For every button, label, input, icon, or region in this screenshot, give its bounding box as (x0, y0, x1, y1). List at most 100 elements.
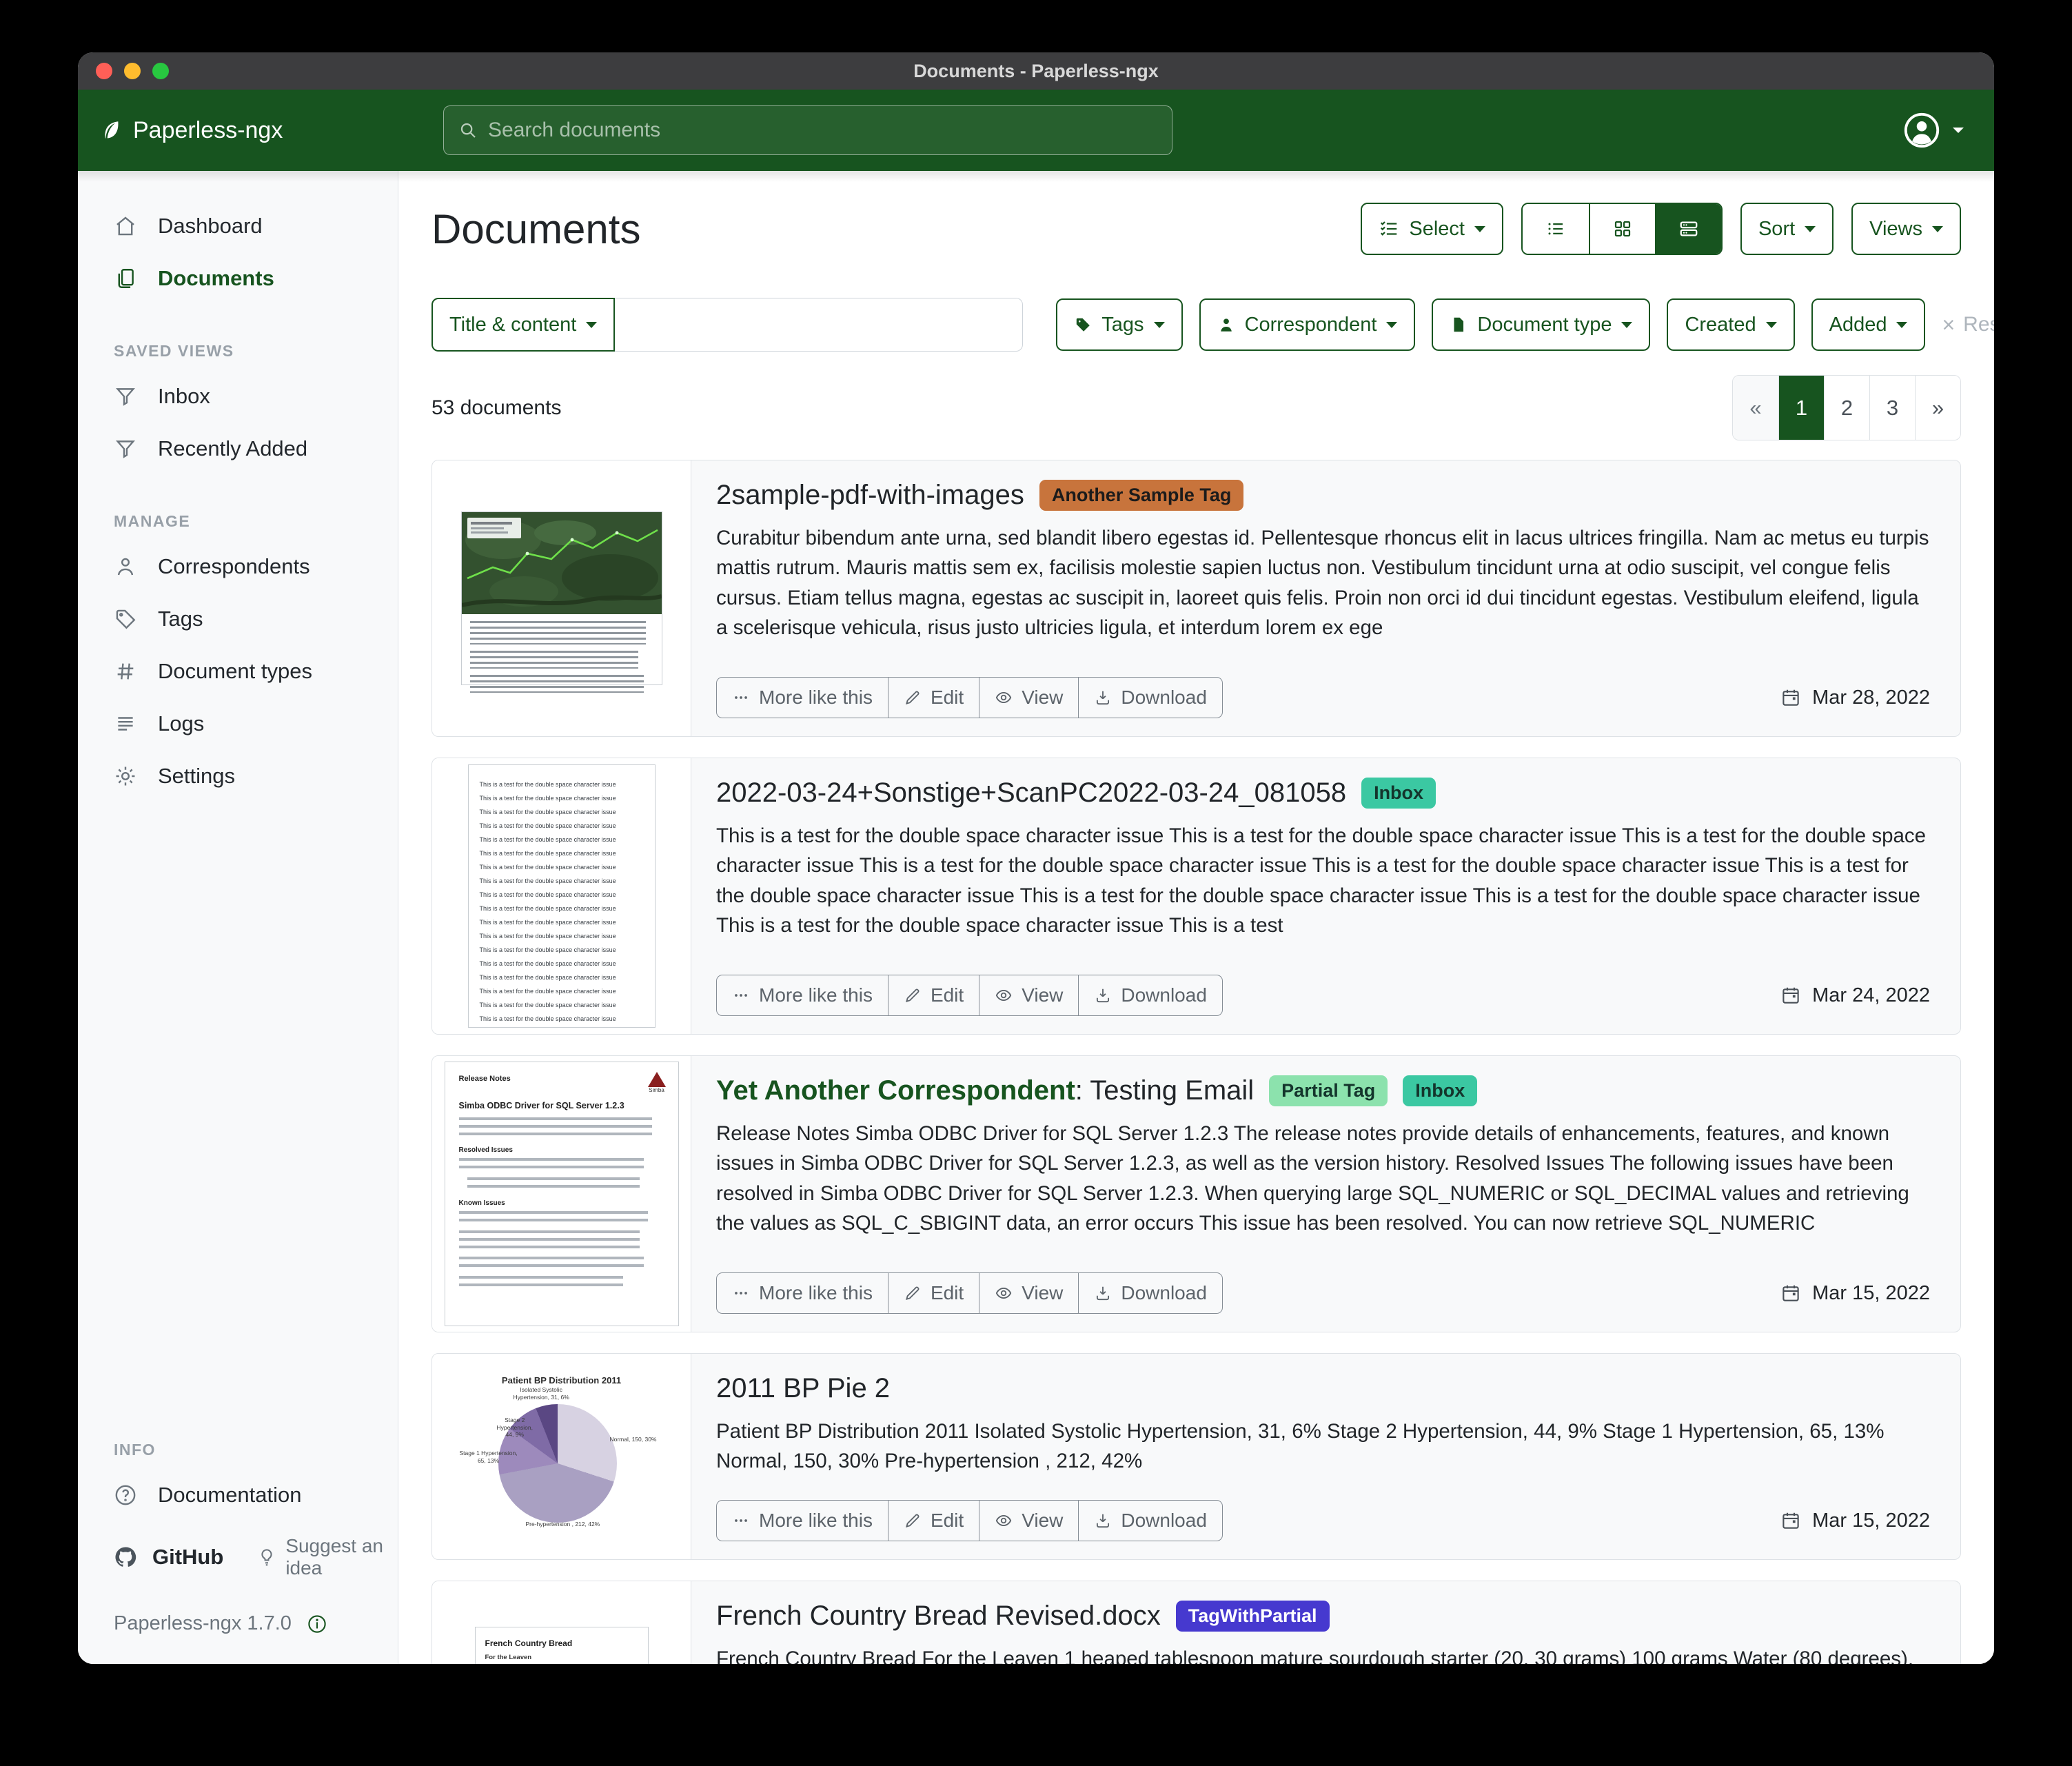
document-type-filter-button[interactable]: Document type (1432, 298, 1650, 351)
view-mode-toggle (1521, 203, 1723, 255)
document-excerpt: This is a test for the double space char… (716, 821, 1930, 940)
tag-badge[interactable]: Partial Tag (1269, 1075, 1388, 1106)
sidebar-item-suggest-idea[interactable]: Suggest an idea (256, 1535, 384, 1579)
document-thumbnail[interactable]: Patient BP Distribution 2011 Normal, 150… (432, 1354, 691, 1559)
edit-button[interactable]: Edit (888, 1273, 979, 1313)
document-thumbnail[interactable] (432, 460, 691, 736)
search-bar[interactable] (443, 105, 1172, 155)
view-button[interactable]: View (979, 975, 1078, 1015)
document-thumbnail[interactable]: Release Notes Simba Simba ODBC Driver fo… (432, 1056, 691, 1332)
document-correspondent-link[interactable]: Yet Another Correspondent (716, 1075, 1075, 1106)
download-icon (1094, 1512, 1112, 1530)
document-date: Mar 15, 2022 (1780, 1510, 1930, 1532)
window-titlebar: Documents - Paperless-ngx (78, 52, 1994, 90)
sidebar-item-label: Inbox (158, 384, 210, 409)
tag-badge[interactable]: Another Sample Tag (1039, 480, 1244, 511)
edit-button[interactable]: Edit (888, 1501, 979, 1541)
pagination: « 1 2 3 » (1732, 375, 1961, 440)
document-thumbnail[interactable]: French Country Bread For the Leaven (432, 1581, 691, 1664)
view-mode-list-button[interactable] (1523, 204, 1589, 254)
sidebar-item-label: Suggest an idea (285, 1535, 384, 1579)
tags-filter-label: Tags (1101, 314, 1144, 336)
tags-filter-button[interactable]: Tags (1056, 298, 1182, 351)
dots-icon (732, 1512, 750, 1530)
pagination-page-1[interactable]: 1 (1778, 376, 1824, 440)
view-button[interactable]: View (979, 1501, 1078, 1541)
document-thumbnail[interactable]: This is a test for the double space char… (432, 758, 691, 1034)
title-content-filter: Title & content (431, 298, 1023, 352)
sidebar-item-dashboard[interactable]: Dashboard (78, 200, 398, 252)
preview-section-title: Known Issues (459, 1199, 664, 1207)
user-menu[interactable] (1902, 110, 1973, 150)
document-card: French Country Bread For the Leaven Fren… (431, 1581, 1961, 1664)
sidebar-item-logs[interactable]: Logs (78, 698, 398, 750)
added-filter-label: Added (1829, 314, 1887, 336)
reset-filters-button[interactable]: × Reset filters (1942, 312, 1994, 338)
caret-down-icon (1386, 322, 1397, 328)
pagination-page-3[interactable]: 3 (1869, 376, 1915, 440)
github-icon (114, 1545, 137, 1569)
document-excerpt: French Country Bread For the Leaven 1 he… (716, 1644, 1930, 1664)
sidebar-item-correspondents[interactable]: Correspondents (78, 540, 398, 593)
tag-badge[interactable]: Inbox (1361, 778, 1436, 809)
download-button[interactable]: Download (1078, 1273, 1222, 1313)
tag-filled-icon (1074, 316, 1092, 334)
tag-badge[interactable]: TagWithPartial (1176, 1601, 1330, 1632)
edit-button[interactable]: Edit (888, 975, 979, 1015)
sidebar-item-documentation[interactable]: Documentation (78, 1469, 398, 1521)
more-like-this-button[interactable]: More like this (717, 678, 888, 718)
document-title[interactable]: 2011 BP Pie 2 (716, 1373, 890, 1404)
more-like-this-button[interactable]: More like this (717, 1273, 888, 1313)
person-filled-icon (1217, 316, 1235, 334)
edit-button[interactable]: Edit (888, 678, 979, 718)
more-like-this-label: More like this (759, 984, 873, 1006)
view-mode-detail-button[interactable] (1655, 204, 1721, 254)
view-button[interactable]: View (979, 1273, 1078, 1313)
more-like-this-label: More like this (759, 687, 873, 709)
added-filter-button[interactable]: Added (1811, 298, 1926, 351)
sidebar-item-tags[interactable]: Tags (78, 593, 398, 645)
pagination-page-2[interactable]: 2 (1824, 376, 1869, 440)
created-filter-button[interactable]: Created (1667, 298, 1794, 351)
pagination-prev-button[interactable]: « (1733, 376, 1778, 440)
more-like-this-button[interactable]: More like this (717, 1501, 888, 1541)
more-like-this-button[interactable]: More like this (717, 975, 888, 1015)
sidebar-item-label: Documentation (158, 1483, 302, 1508)
download-button[interactable]: Download (1078, 678, 1222, 718)
caret-down-icon (586, 322, 597, 328)
preview-subheading: For the Leaven (485, 1654, 638, 1661)
app-version-label: Paperless-ngx 1.7.0 (114, 1612, 292, 1635)
download-button[interactable]: Download (1078, 975, 1222, 1015)
sidebar-item-inbox[interactable]: Inbox (78, 370, 398, 423)
filter-field-dropdown[interactable]: Title & content (431, 298, 615, 352)
filter-funnel-icon (114, 385, 137, 408)
window-title: Documents - Paperless-ngx (78, 61, 1994, 82)
view-mode-grid-button[interactable] (1589, 204, 1655, 254)
sidebar-item-documents[interactable]: Documents (78, 252, 398, 305)
document-title[interactable]: 2sample-pdf-with-images (716, 480, 1024, 511)
edit-label: Edit (931, 984, 964, 1006)
filter-text-input[interactable] (615, 298, 1023, 352)
document-title[interactable]: 2022-03-24+Sonstige+ScanPC2022-03-24_081… (716, 778, 1346, 809)
download-button[interactable]: Download (1078, 1501, 1222, 1541)
sidebar-item-github[interactable]: GitHub (114, 1545, 223, 1570)
sidebar-item-recently-added[interactable]: Recently Added (78, 423, 398, 475)
pagination-next-button[interactable]: » (1915, 376, 1960, 440)
user-avatar-icon (1902, 110, 1942, 150)
search-input[interactable] (488, 119, 1158, 142)
sidebar-item-settings[interactable]: Settings (78, 750, 398, 802)
select-button[interactable]: Select (1361, 203, 1503, 255)
download-label: Download (1121, 984, 1207, 1006)
info-circle-icon[interactable] (307, 1614, 327, 1634)
tag-badge[interactable]: Inbox (1403, 1075, 1477, 1106)
sort-button[interactable]: Sort (1740, 203, 1834, 255)
document-title[interactable]: Yet Another Correspondent: Testing Email (716, 1075, 1254, 1106)
title-separator: : (1075, 1075, 1090, 1106)
views-button[interactable]: Views (1851, 203, 1961, 255)
view-button[interactable]: View (979, 678, 1078, 718)
document-date-label: Mar 15, 2022 (1812, 1510, 1930, 1532)
sidebar-item-document-types[interactable]: Document types (78, 645, 398, 698)
document-title[interactable]: French Country Bread Revised.docx (716, 1601, 1161, 1632)
app-brand[interactable]: Paperless-ngx (99, 117, 443, 144)
correspondent-filter-button[interactable]: Correspondent (1199, 298, 1416, 351)
